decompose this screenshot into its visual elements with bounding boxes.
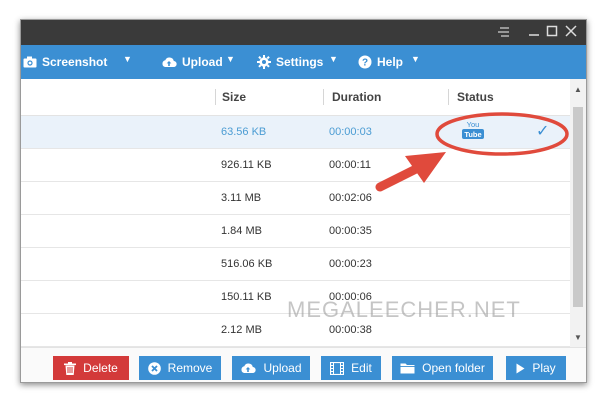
table-row[interactable]: 3.11 MB 00:02:06 (21, 182, 570, 215)
size-cell: 3.11 MB (221, 192, 262, 204)
play-button[interactable]: Play (506, 356, 566, 380)
screenshot-caret-icon[interactable]: ▼ (123, 54, 132, 64)
menu-bar: Screenshot ▼ Upload ▼ Settings ▼ ? Help … (21, 45, 586, 79)
check-icon: ✓ (536, 123, 550, 140)
size-cell: 150.11 KB (221, 291, 272, 303)
remove-label: Remove (167, 361, 213, 375)
cloud-upload-icon (161, 56, 177, 68)
app-window: Screenshot ▼ Upload ▼ Settings ▼ ? Help … (20, 19, 587, 383)
film-edit-icon (330, 361, 345, 375)
settings-label: Settings (276, 55, 324, 69)
play-icon (516, 363, 525, 374)
play-label: Play (532, 361, 556, 375)
upload-caret-icon[interactable]: ▼ (226, 54, 235, 64)
size-cell: 516.06 KB (221, 258, 273, 270)
remove-circle-icon (147, 361, 161, 375)
youtube-icon-text-top: You (467, 120, 480, 129)
table-row[interactable]: 516.06 KB 00:00:23 (21, 248, 570, 281)
scroll-down-icon[interactable]: ▼ (570, 331, 586, 345)
upload-button[interactable]: Upload (232, 356, 310, 380)
title-bar (21, 20, 586, 45)
settings-menu[interactable]: Settings (257, 45, 323, 79)
vertical-scrollbar[interactable]: ▲ ▼ (570, 79, 586, 347)
menu-lines-icon[interactable] (495, 23, 513, 41)
watermark-text: MEGALEECHER.NET (287, 297, 521, 322)
edit-label: Edit (351, 361, 372, 375)
camera-icon (23, 56, 37, 68)
column-separator[interactable] (448, 89, 449, 105)
upload-label: Upload (182, 55, 223, 69)
size-cell: 1.84 MB (221, 225, 262, 237)
trash-icon (64, 361, 77, 375)
gear-icon (257, 55, 271, 69)
scroll-up-icon[interactable]: ▲ (570, 83, 586, 97)
delete-label: Delete (83, 361, 118, 375)
upload-menu[interactable]: Upload (161, 45, 223, 79)
size-cell: 2.12 MB (221, 324, 262, 336)
youtube-icon-text-bottom: Tube (464, 130, 481, 139)
screenshot-menu[interactable]: Screenshot (23, 45, 107, 79)
delete-button[interactable]: Delete (53, 356, 129, 380)
svg-text:?: ? (362, 58, 368, 69)
size-column-header[interactable]: Size (222, 79, 246, 115)
size-cell: 926.11 KB (221, 159, 272, 171)
cloud-upload-icon (240, 362, 257, 374)
youtube-icon[interactable]: You Tube (461, 119, 485, 145)
open-folder-button[interactable]: Open folder (392, 356, 493, 380)
column-separator[interactable] (323, 89, 324, 105)
duration-cell: 00:02:06 (329, 192, 372, 204)
scroll-thumb[interactable] (573, 107, 583, 307)
help-icon: ? (358, 55, 372, 69)
table-row[interactable]: 1.84 MB 00:00:35 (21, 215, 570, 248)
remove-button[interactable]: Remove (139, 356, 221, 380)
duration-cell: 00:00:23 (329, 258, 372, 270)
bottom-toolbar: Delete Remove Upload Edit Open folder Pl… (21, 347, 586, 382)
settings-caret-icon[interactable]: ▼ (329, 54, 338, 64)
duration-cell: 00:00:03 (329, 126, 372, 138)
screenshot-label: Screenshot (42, 55, 108, 69)
table-row[interactable]: 926.11 KB 00:00:11 (21, 149, 570, 182)
status-column-header[interactable]: Status (457, 79, 494, 115)
help-label: Help (377, 55, 404, 69)
help-menu[interactable]: ? Help (358, 45, 403, 79)
upload-label: Upload (263, 361, 302, 375)
column-separator[interactable] (215, 89, 216, 105)
help-caret-icon[interactable]: ▼ (411, 54, 420, 64)
duration-cell: 00:00:11 (329, 159, 372, 171)
close-icon[interactable] (562, 23, 580, 41)
maximize-icon[interactable] (543, 23, 561, 41)
edit-button[interactable]: Edit (321, 356, 381, 380)
open-folder-label: Open folder (422, 361, 485, 375)
table-row[interactable]: 63.56 KB 00:00:03 You Tube ✓ (21, 116, 570, 149)
duration-column-header[interactable]: Duration (332, 79, 381, 115)
size-cell: 63.56 KB (221, 126, 267, 138)
table-header: Size Duration Status (21, 79, 570, 116)
minimize-icon[interactable] (525, 23, 543, 41)
duration-cell: 00:00:35 (329, 225, 372, 237)
folder-icon (400, 362, 415, 374)
